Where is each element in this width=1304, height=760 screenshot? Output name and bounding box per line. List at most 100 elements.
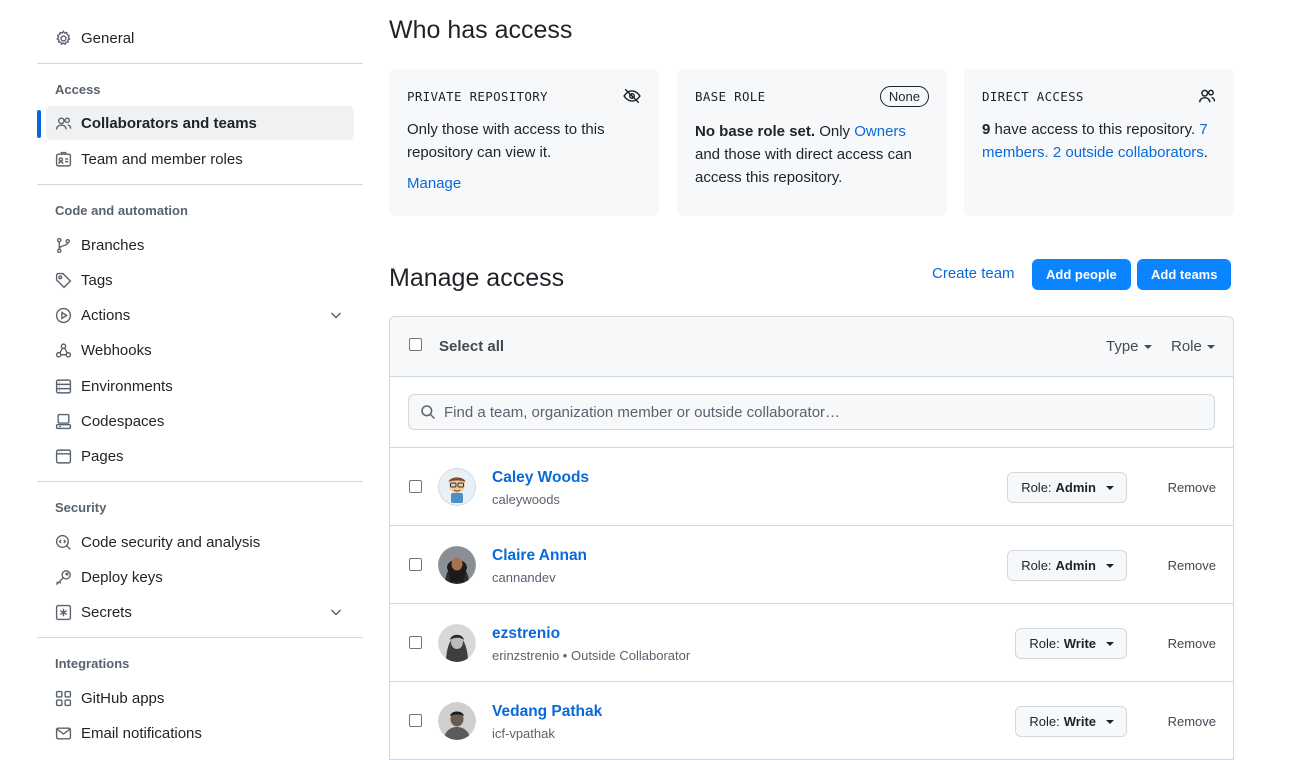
base-role-bold: No base role set. bbox=[695, 123, 816, 140]
people-icon bbox=[54, 114, 72, 132]
remove-button[interactable]: Remove bbox=[1168, 480, 1216, 495]
webhook-icon bbox=[54, 341, 72, 359]
git-branch-icon bbox=[54, 236, 72, 254]
sidebar-item-email[interactable]: Email notifications bbox=[46, 716, 354, 750]
sidebar-item-label: Actions bbox=[81, 306, 131, 324]
select-all-checkbox[interactable] bbox=[409, 338, 422, 351]
role-dropdown[interactable]: Role: Admin bbox=[1007, 550, 1127, 581]
outside-collaborators-link[interactable]: 2 outside collaborators bbox=[1053, 144, 1204, 161]
sidebar-divider bbox=[37, 481, 363, 482]
caret-down-icon bbox=[1106, 563, 1114, 568]
avatar bbox=[438, 624, 476, 662]
caret-down-icon bbox=[1106, 485, 1114, 490]
add-teams-button[interactable]: Add teams bbox=[1137, 259, 1232, 290]
sidebar-item-collaborators[interactable]: Collaborators and teams bbox=[46, 106, 354, 140]
caret-down-icon bbox=[1106, 719, 1114, 724]
person-name-link[interactable]: Vedang Pathak bbox=[492, 703, 602, 721]
role-dropdown[interactable]: Role: Write bbox=[1015, 628, 1127, 659]
row-checkbox[interactable] bbox=[409, 558, 422, 571]
sidebar-group-access: Access bbox=[55, 82, 101, 97]
sidebar-item-deploy-keys[interactable]: Deploy keys bbox=[46, 560, 354, 594]
direct-access-card: DIRECT ACCESS 9 have access to this repo… bbox=[964, 69, 1234, 216]
search-icon bbox=[421, 405, 436, 420]
table-header: Select all Type Role bbox=[390, 317, 1233, 377]
person-username: icf-vpathak bbox=[492, 726, 555, 741]
role-prefix: Role: bbox=[1021, 558, 1052, 573]
sidebar-item-environments[interactable]: Environments bbox=[46, 369, 354, 403]
role-prefix: Role: bbox=[1029, 714, 1060, 729]
avatar bbox=[438, 468, 476, 506]
person-name-link[interactable]: Caley Woods bbox=[492, 469, 589, 487]
base-role-badge: None bbox=[879, 86, 929, 107]
sidebar-item-label: GitHub apps bbox=[81, 689, 165, 707]
card-text: Only those with access to this repositor… bbox=[407, 121, 605, 161]
chevron-down-icon[interactable] bbox=[328, 604, 344, 620]
create-team-link[interactable]: Create team bbox=[932, 265, 1015, 282]
sidebar-item-secrets[interactable]: Secrets bbox=[46, 595, 354, 629]
direct-count: 9 bbox=[982, 121, 991, 138]
remove-button[interactable]: Remove bbox=[1168, 636, 1216, 651]
role-value: Write bbox=[1063, 636, 1096, 651]
sidebar-group-integrations: Integrations bbox=[55, 656, 130, 671]
table-row: Claire Annan cannandev Role: Admin Remove bbox=[390, 526, 1233, 604]
card-text: No base role set. Only Owners and those … bbox=[695, 120, 929, 189]
sidebar-item-codespaces[interactable]: Codespaces bbox=[46, 404, 354, 438]
server-icon bbox=[54, 377, 72, 395]
sidebar-divider bbox=[37, 637, 363, 638]
role-prefix: Role: bbox=[1021, 480, 1052, 495]
sidebar-item-tags[interactable]: Tags bbox=[46, 263, 354, 297]
role-dropdown[interactable]: Role: Admin bbox=[1007, 472, 1127, 503]
sidebar-item-label: Deploy keys bbox=[81, 568, 163, 586]
apps-icon bbox=[54, 689, 72, 707]
owners-link[interactable]: Owners bbox=[854, 123, 906, 140]
role-filter[interactable]: Role bbox=[1171, 338, 1215, 355]
remove-button[interactable]: Remove bbox=[1168, 714, 1216, 729]
search-row bbox=[390, 377, 1233, 448]
remove-button[interactable]: Remove bbox=[1168, 558, 1216, 573]
sidebar-item-branches[interactable]: Branches bbox=[46, 228, 354, 262]
manage-link[interactable]: Manage bbox=[407, 175, 641, 192]
settings-sidebar: General Access Collaborators and teams T… bbox=[37, 0, 363, 760]
key-icon bbox=[54, 568, 72, 586]
sidebar-item-github-apps[interactable]: GitHub apps bbox=[46, 681, 354, 715]
base-role-card: BASE ROLE None No base role set. Only Ow… bbox=[677, 69, 947, 216]
search-input[interactable] bbox=[444, 403, 1204, 421]
sidebar-item-general[interactable]: General bbox=[46, 21, 354, 55]
card-kicker: DIRECT ACCESS bbox=[982, 88, 1084, 104]
person-username: cannandev bbox=[492, 570, 556, 585]
mail-icon bbox=[54, 724, 72, 742]
person-name-link[interactable]: ezstrenio bbox=[492, 625, 560, 643]
sidebar-item-label: Collaborators and teams bbox=[81, 114, 257, 132]
row-checkbox[interactable] bbox=[409, 714, 422, 727]
sidebar-item-roles[interactable]: Team and member roles bbox=[46, 142, 354, 176]
person-name-link[interactable]: Claire Annan bbox=[492, 547, 587, 565]
row-checkbox[interactable] bbox=[409, 480, 422, 493]
role-dropdown[interactable]: Role: Write bbox=[1015, 706, 1127, 737]
chevron-down-icon[interactable] bbox=[328, 307, 344, 323]
sidebar-item-label: Codespaces bbox=[81, 412, 165, 430]
add-people-button[interactable]: Add people bbox=[1032, 259, 1131, 290]
sidebar-item-webhooks[interactable]: Webhooks bbox=[46, 333, 354, 367]
private-repo-card: PRIVATE REPOSITORY Only those with acces… bbox=[389, 69, 659, 216]
role-value: Admin bbox=[1055, 558, 1096, 573]
sidebar-item-pages[interactable]: Pages bbox=[46, 439, 354, 473]
row-checkbox[interactable] bbox=[409, 636, 422, 649]
base-role-post: and those with direct access can access … bbox=[695, 146, 912, 186]
table-row: Vedang Pathak icf-vpathak Role: Write Rem… bbox=[390, 682, 1233, 760]
browser-icon bbox=[54, 447, 72, 465]
sidebar-item-code-security[interactable]: Code security and analysis bbox=[46, 525, 354, 559]
gear-icon bbox=[54, 29, 72, 47]
sidebar-item-label: Branches bbox=[81, 236, 145, 254]
sidebar-item-actions[interactable]: Actions bbox=[46, 298, 354, 332]
sidebar-item-label: Environments bbox=[81, 377, 173, 395]
direct-text: have access to this repository. bbox=[994, 121, 1196, 138]
period: . bbox=[1203, 144, 1208, 161]
sidebar-item-label: Email notifications bbox=[81, 724, 202, 742]
avatar bbox=[438, 702, 476, 740]
table-row: Caley Woods caleywoods Role: Admin Remove bbox=[390, 448, 1233, 526]
type-filter[interactable]: Type bbox=[1106, 338, 1152, 355]
member-search bbox=[408, 394, 1215, 430]
sidebar-item-label: Team and member roles bbox=[81, 150, 243, 168]
people-icon bbox=[1198, 89, 1216, 103]
active-indicator bbox=[37, 110, 41, 138]
